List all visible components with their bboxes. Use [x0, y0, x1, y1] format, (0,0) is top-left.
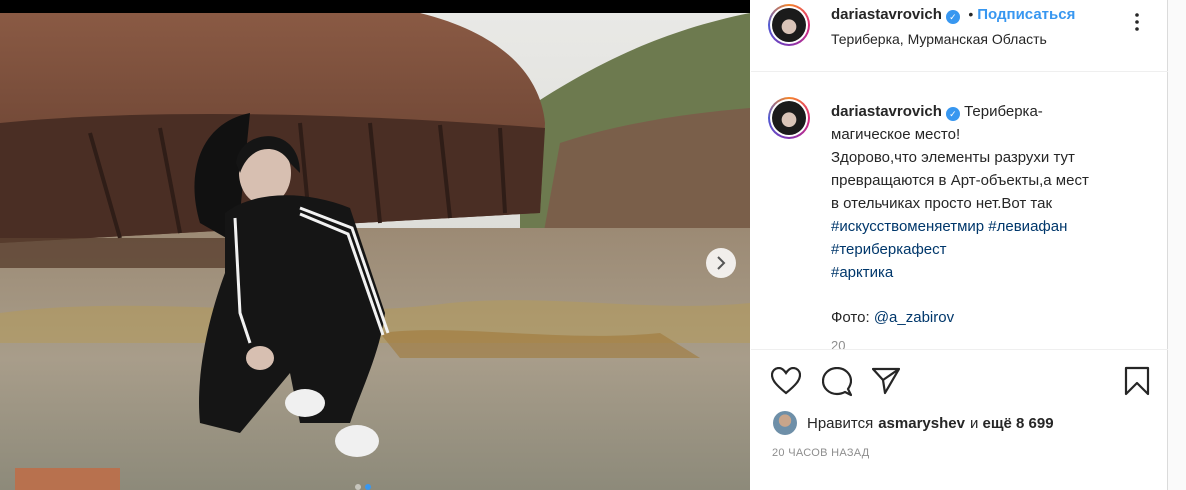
likes-middle: и [969, 414, 979, 432]
hashtag-link[interactable]: #искусствоменяетмир [831, 218, 984, 235]
post-location[interactable]: Териберка, Мурманская Область [831, 31, 1047, 47]
carousel-dot [355, 484, 361, 490]
caption-line: Здорово,что элементы разрухи тут [831, 149, 1075, 166]
more-options-icon[interactable] [1127, 13, 1147, 31]
author-username[interactable]: dariastavrovich [831, 6, 942, 23]
hashtag-link[interactable]: #териберкафест [831, 241, 947, 258]
caption-line: превращаются в Арт-объекты,а мест [831, 172, 1089, 189]
post-media[interactable] [0, 0, 750, 490]
follow-button[interactable]: Подписаться [977, 6, 1075, 23]
carousel-indicator [355, 484, 371, 490]
post-timestamp[interactable]: 20 ЧАСОВ НАЗАД [772, 447, 870, 459]
post-actions: Нравится asmaryshev и ещё 8 699 20 ЧАСОВ… [751, 349, 1168, 490]
comments-section[interactable]: dariastavrovich ✓ Териберка- магическое м… [751, 73, 1168, 349]
comment-icon[interactable] [822, 367, 852, 397]
verified-badge-icon: ✓ [945, 10, 960, 24]
instagram-post: dariastavrovich ✓ • Подписаться Териберка,… [0, 0, 1168, 490]
caption-username[interactable]: dariastavrovich [831, 103, 942, 120]
post-header: dariastavrovich ✓ • Подписаться Териберка,… [751, 0, 1168, 72]
likes-summary[interactable]: Нравится asmaryshev и ещё 8 699 [773, 411, 1059, 435]
paper-plane-icon[interactable] [872, 367, 900, 395]
likes-prefix: Нравится [807, 414, 874, 432]
hashtag-link[interactable]: #арктика [831, 264, 893, 281]
caption-line: в отельчиках просто нет.Вот так [831, 195, 1053, 212]
post-side-panel: dariastavrovich ✓ • Подписаться Териберка,… [751, 0, 1168, 490]
photo-credit-label: Фото: [831, 309, 870, 326]
page-scroll-gutter [1168, 0, 1186, 490]
media-top-bar [0, 0, 750, 13]
caption-line: Териберка- [964, 103, 1043, 120]
likes-count[interactable]: ещё 8 699 [983, 415, 1054, 432]
truncated-comment-text: 20 [831, 338, 846, 349]
liker-avatar [773, 411, 797, 435]
post-photo [0, 13, 750, 490]
author-avatar[interactable] [768, 4, 810, 46]
heart-icon[interactable] [771, 367, 801, 395]
chevron-right-icon [717, 256, 726, 270]
photo-credit-link[interactable]: @a_zabirov [874, 309, 954, 326]
header-user-line: dariastavrovich ✓ • Подписаться [831, 6, 1075, 24]
carousel-dot-active [365, 484, 371, 490]
hashtag-link[interactable]: #левиафан [988, 218, 1067, 235]
caption-line: магическое место! [831, 126, 961, 143]
post-caption: dariastavrovich ✓ Териберка- магическое м… [831, 100, 1151, 329]
caption-author-avatar[interactable] [768, 97, 810, 139]
separator-dot: • [968, 6, 974, 22]
liker-username[interactable]: asmaryshev [878, 415, 965, 432]
verified-badge-icon: ✓ [945, 107, 960, 121]
bookmark-icon[interactable] [1124, 366, 1150, 396]
carousel-next-button[interactable] [706, 248, 736, 278]
